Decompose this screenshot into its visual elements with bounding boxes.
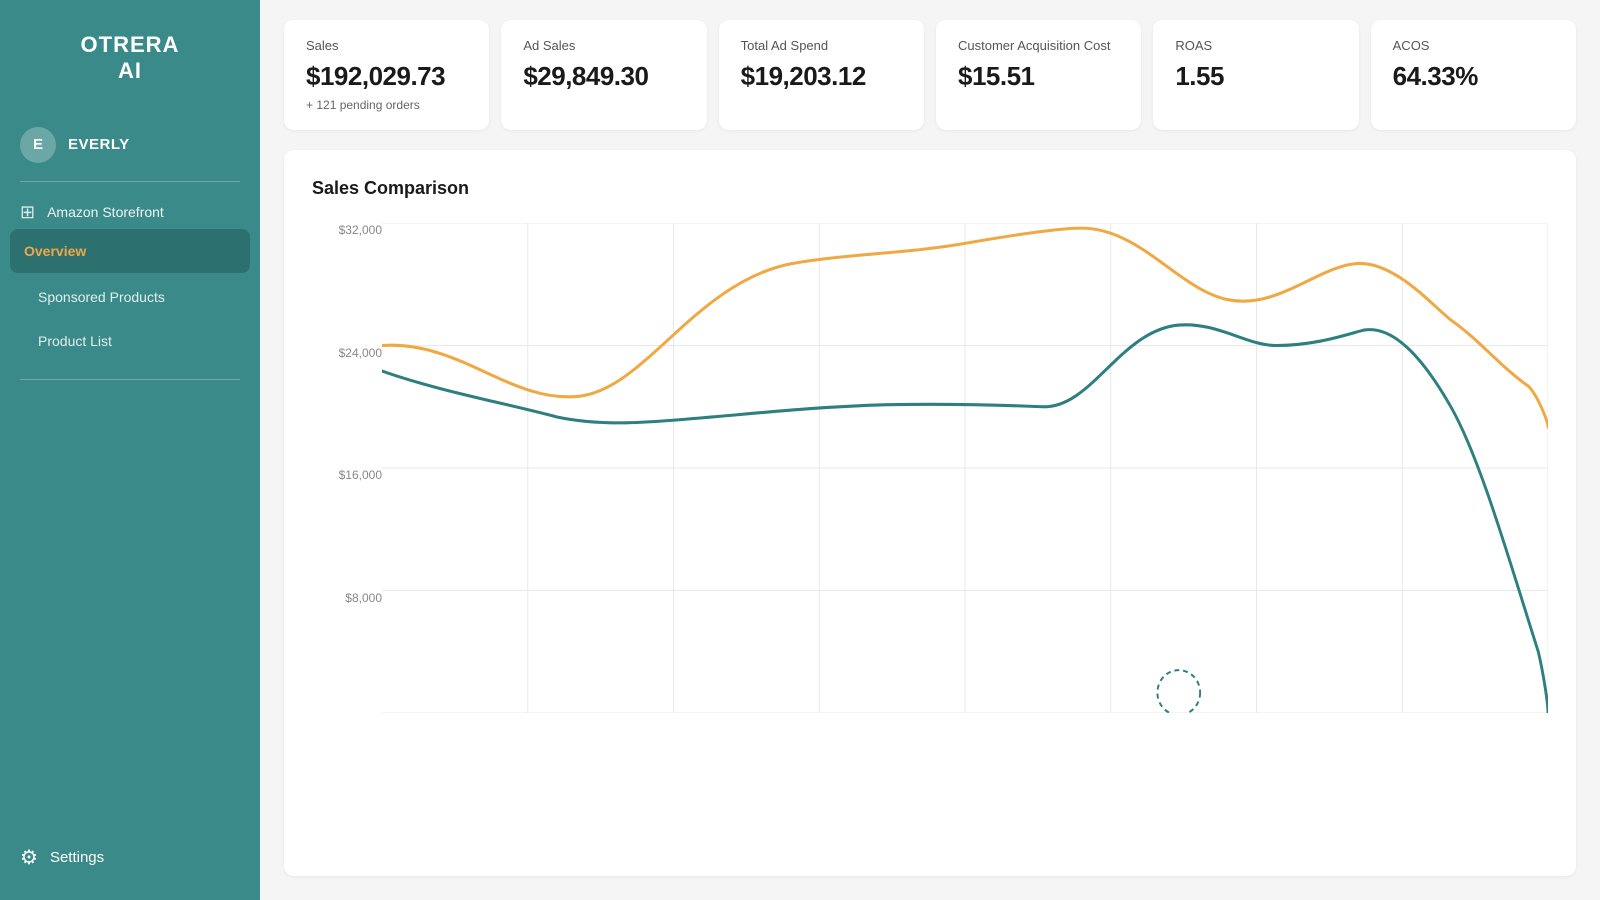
logo: OTRERA AI [0,0,260,113]
logo-line1: OTRERA [81,32,180,58]
y-label-8k: $8,000 [312,591,382,605]
nav-item-overview[interactable]: Overview [10,229,250,273]
metric-card-ad-sales: Ad Sales $29,849.30 [501,20,706,130]
metric-card-sales: Sales $192,029.73 + 121 pending orders [284,20,489,130]
cac-label: Customer Acquisition Cost [958,38,1119,53]
sales-sub: + 121 pending orders [306,98,467,112]
y-label-32k: $32,000 [312,223,382,237]
nav-item-sponsored-products[interactable]: Sponsored Products [0,275,260,319]
chart-svg-area [382,223,1548,713]
logo-line2: AI [81,58,180,84]
chart-section: Sales Comparison $32,000 $24,000 $16,000… [284,150,1576,876]
main-content: Sales $192,029.73 + 121 pending orders A… [260,0,1600,900]
ad-sales-value: $29,849.30 [523,61,684,92]
teal-circle-indicator [1157,670,1200,713]
user-name: EVERLY [68,136,130,153]
metric-card-roas: ROAS 1.55 [1153,20,1358,130]
roas-label: ROAS [1175,38,1336,53]
settings-icon: ⚙ [20,845,38,870]
amazon-storefront-section[interactable]: ⊞ Amazon Storefront [0,182,260,227]
settings-label: Settings [50,849,104,866]
chart-container: $32,000 $24,000 $16,000 $8,000 [312,223,1548,723]
y-label-16k: $16,000 [312,468,382,482]
sidebar: OTRERA AI E EVERLY ⊞ Amazon Storefront O… [0,0,260,900]
cac-value: $15.51 [958,61,1119,92]
sales-chart-svg [382,223,1548,713]
y-label-24k: $24,000 [312,346,382,360]
nav-item-product-list[interactable]: Product List [0,319,260,363]
sales-value: $192,029.73 [306,61,467,92]
ad-sales-label: Ad Sales [523,38,684,53]
amazon-storefront-label: Amazon Storefront [47,204,164,220]
avatar: E [20,127,56,163]
roas-value: 1.55 [1175,61,1336,92]
acos-label: ACOS [1393,38,1554,53]
user-row: E EVERLY [0,113,260,181]
settings-item[interactable]: ⚙ Settings [0,825,260,900]
total-ad-spend-value: $19,203.12 [741,61,902,92]
total-ad-spend-label: Total Ad Spend [741,38,902,53]
metric-card-acos: ACOS 64.33% [1371,20,1576,130]
chart-title: Sales Comparison [312,178,1548,199]
store-icon: ⊞ [20,202,35,223]
y-axis: $32,000 $24,000 $16,000 $8,000 [312,223,382,723]
sales-label: Sales [306,38,467,53]
sidebar-divider-bottom [20,379,240,380]
metric-card-total-ad-spend: Total Ad Spend $19,203.12 [719,20,924,130]
metrics-row: Sales $192,029.73 + 121 pending orders A… [260,0,1600,150]
acos-value: 64.33% [1393,61,1554,92]
metric-card-cac: Customer Acquisition Cost $15.51 [936,20,1141,130]
